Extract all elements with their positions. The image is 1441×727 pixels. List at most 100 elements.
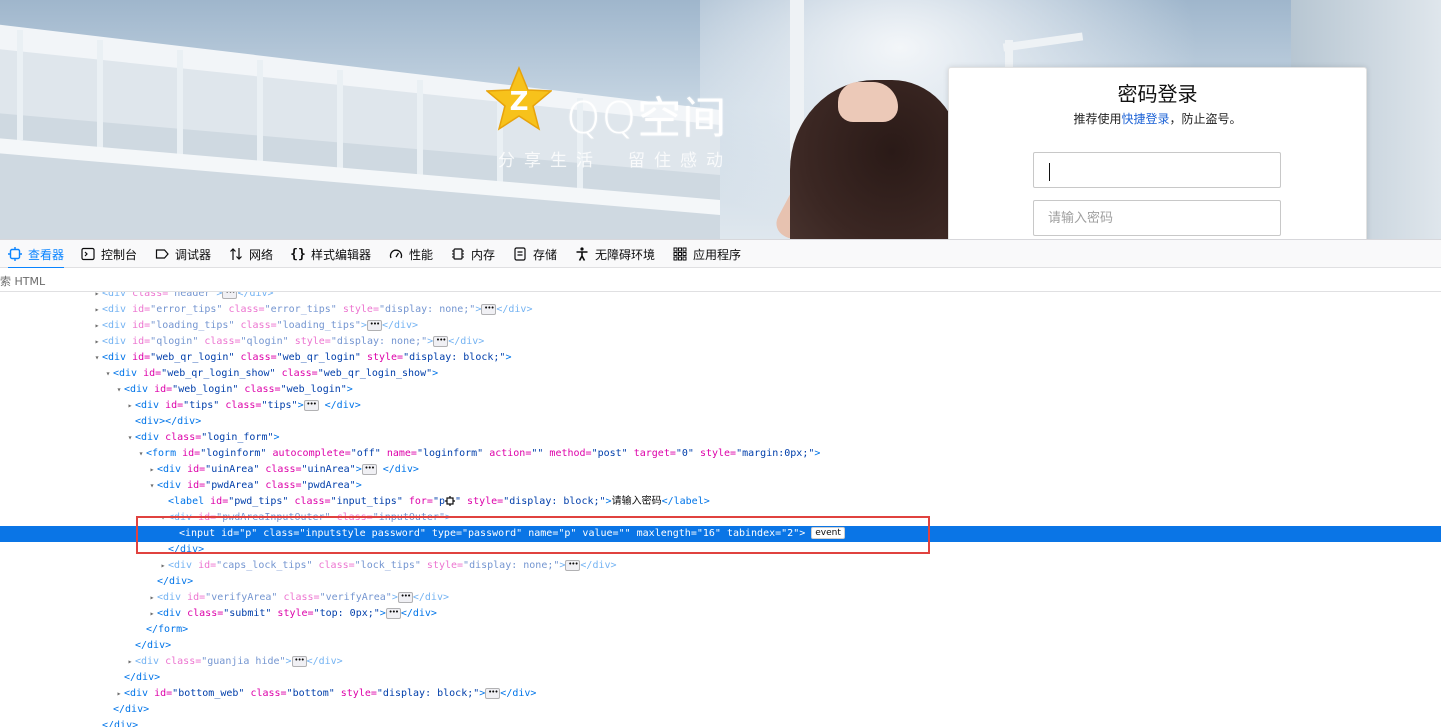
html-tag-token: <div bbox=[157, 592, 188, 603]
attr-name-token: class= bbox=[187, 608, 224, 619]
html-tag-token: <div></div> bbox=[135, 416, 202, 427]
expand-twisty-icon[interactable]: ▸ bbox=[92, 334, 102, 350]
tab-console[interactable]: 控制台 bbox=[81, 240, 137, 268]
markup-node-row[interactable]: </div> bbox=[0, 574, 1441, 590]
attr-value-token: "0" bbox=[675, 448, 694, 459]
tab-performance[interactable]: 性能 bbox=[389, 240, 433, 268]
markup-node-row[interactable]: </div> bbox=[0, 718, 1441, 727]
collapsed-content-icon[interactable]: ••• bbox=[565, 559, 581, 571]
html-tag-token: <div bbox=[124, 688, 155, 699]
markup-node-row[interactable]: </div> bbox=[0, 670, 1441, 686]
attr-value-token: "top: 0px;" bbox=[313, 608, 380, 619]
collapsed-content-icon[interactable]: ••• bbox=[222, 292, 238, 299]
markup-node-row[interactable]: ▾ <div id="web_qr_login" class="web_qr_lo… bbox=[0, 350, 1441, 366]
markup-node-row[interactable]: ▸ <div class="guanjia hide"> ••• </div> bbox=[0, 654, 1441, 670]
memory-icon bbox=[451, 247, 465, 261]
login-subtitle: 推荐使用快捷登录，防止盗号。 bbox=[949, 110, 1366, 127]
markup-node-row[interactable]: ▸ <div id="error_tips" class="error_tips"… bbox=[0, 302, 1441, 318]
markup-node-row[interactable]: </form> bbox=[0, 622, 1441, 638]
attr-value-token: "bottom_web" bbox=[172, 688, 245, 699]
attr-value-token: "web_qr_login" bbox=[276, 352, 361, 363]
expand-twisty-icon[interactable]: ▸ bbox=[114, 686, 124, 702]
tab-style-editor[interactable]: {} 样式编辑器 bbox=[290, 240, 371, 268]
html-tag-token: </div> bbox=[381, 320, 419, 331]
markup-node-row[interactable]: ▾ <div id="pwdArea" class="pwdArea"> bbox=[0, 478, 1441, 494]
collapsed-content-icon[interactable]: ••• bbox=[366, 319, 382, 331]
tab-application[interactable]: 应用程序 bbox=[673, 240, 741, 268]
collapse-twisty-icon[interactable]: ▾ bbox=[125, 430, 135, 446]
markup-node-row[interactable]: </div> bbox=[0, 702, 1441, 718]
collapsed-content-icon[interactable]: ••• bbox=[385, 607, 401, 619]
password-field[interactable] bbox=[1033, 200, 1281, 236]
markup-node-row[interactable]: ▾ <form id="loginform" autocomplete="off"… bbox=[0, 446, 1441, 462]
markup-node-row[interactable]: ▸ <div id="verifyArea" class="verifyArea"… bbox=[0, 590, 1441, 606]
collapse-twisty-icon[interactable]: ▾ bbox=[114, 382, 124, 398]
expand-twisty-icon[interactable]: ▸ bbox=[158, 558, 168, 574]
search-html-input[interactable]: 索 HTML bbox=[0, 273, 45, 289]
tab-debugger[interactable]: 调试器 bbox=[155, 240, 211, 268]
expand-twisty-icon[interactable]: ▸ bbox=[147, 606, 157, 622]
tab-accessibility[interactable]: 无障碍环境 bbox=[575, 240, 655, 268]
password-input[interactable] bbox=[1048, 201, 1268, 235]
attr-name-token: target= bbox=[627, 448, 676, 459]
login-title: 密码登录 bbox=[1117, 82, 1198, 106]
markup-node-row[interactable]: ▸ <div id="qlogin" class="qlogin" style="… bbox=[0, 334, 1441, 350]
markup-node-row[interactable]: ▾ <div id="web_login" class="web_login"> bbox=[0, 382, 1441, 398]
collapsed-content-icon[interactable]: ••• bbox=[291, 655, 307, 667]
collapsed-content-icon[interactable]: ••• bbox=[481, 303, 497, 315]
expand-twisty-icon[interactable]: ▸ bbox=[92, 302, 102, 318]
markup-node-row[interactable]: ▸ <div id="uinArea" class="uinArea"> ••• <… bbox=[0, 462, 1441, 478]
markup-node-row[interactable]: </div> bbox=[0, 638, 1441, 654]
html-tag-token: </div> bbox=[500, 688, 537, 699]
expand-twisty-icon[interactable]: ▸ bbox=[147, 462, 157, 478]
expand-twisty-icon[interactable]: ▸ bbox=[125, 654, 135, 670]
tab-label: 网络 bbox=[249, 247, 274, 262]
collapsed-content-icon[interactable]: ••• bbox=[303, 399, 319, 411]
collapse-twisty-icon[interactable]: ▾ bbox=[147, 478, 157, 494]
attr-name-token: class= bbox=[222, 304, 265, 315]
username-input[interactable] bbox=[1048, 153, 1268, 187]
attr-value-token: "error_tips" bbox=[264, 304, 337, 315]
tab-inspector[interactable]: 查看器 bbox=[8, 240, 65, 269]
attr-value-token: "pwdArea" bbox=[301, 480, 356, 491]
attr-name-token: class= bbox=[165, 432, 202, 443]
attr-name-token: id= bbox=[187, 480, 206, 491]
collapsed-content-icon[interactable]: ••• bbox=[485, 687, 501, 699]
expand-twisty-icon[interactable]: ▸ bbox=[92, 292, 102, 302]
attr-value-token: "" bbox=[531, 448, 544, 459]
html-tag-token: > bbox=[273, 432, 280, 443]
collapse-twisty-icon[interactable]: ▾ bbox=[92, 350, 102, 366]
tab-label: 存储 bbox=[533, 247, 558, 262]
markup-node-row[interactable]: <div></div> bbox=[0, 414, 1441, 430]
quick-login-link[interactable]: 快捷登录 bbox=[1121, 112, 1169, 126]
attr-name-token: class= bbox=[288, 496, 331, 507]
markup-node-row[interactable]: ▸ <div id="caps_lock_tips" class="lock_ti… bbox=[0, 558, 1441, 574]
markup-node-row[interactable]: ▸ <div id="loading_tips" class="loading_t… bbox=[0, 318, 1441, 334]
attr-name-token: class= bbox=[165, 656, 202, 667]
collapsed-content-icon[interactable]: ••• bbox=[361, 463, 377, 475]
attr-value-token: "bottom" bbox=[286, 688, 335, 699]
collapsed-content-icon[interactable]: ••• bbox=[433, 335, 449, 347]
tab-memory[interactable]: 内存 bbox=[451, 240, 495, 268]
collapse-twisty-icon[interactable]: ▾ bbox=[136, 446, 146, 462]
attr-value-token: "uinArea" bbox=[301, 464, 356, 475]
markup-node-row[interactable]: ▸ <div id="tips" class="tips"> ••• </div> bbox=[0, 398, 1441, 414]
username-field[interactable] bbox=[1033, 152, 1281, 188]
markup-node-row[interactable]: ▸<div class="header">•••</div> bbox=[0, 292, 1441, 302]
tab-storage[interactable]: 存储 bbox=[513, 240, 557, 268]
markup-node-row[interactable]: ▾ <div class="login_form"> bbox=[0, 430, 1441, 446]
markup-node-row[interactable]: <label id="pwd_tips" class="input_tips" … bbox=[0, 494, 1441, 510]
markup-node-row[interactable]: ▸ <div class="submit" style="top: 0px;"> •… bbox=[0, 606, 1441, 622]
expand-twisty-icon[interactable]: ▸ bbox=[147, 590, 157, 606]
collapse-twisty-icon[interactable]: ▾ bbox=[103, 366, 113, 382]
expand-twisty-icon[interactable]: ▸ bbox=[92, 318, 102, 334]
markup-node-row[interactable]: ▾ <div id="web_qr_login_show" class="web_… bbox=[0, 366, 1441, 382]
expand-twisty-icon[interactable]: ▸ bbox=[125, 398, 135, 414]
html-search-bar[interactable]: 索 HTML bbox=[0, 268, 1441, 292]
collapsed-content-icon[interactable]: ••• bbox=[397, 591, 413, 603]
markup-node-row[interactable]: ▸ <div id="bottom_web" class="bottom" sty… bbox=[0, 686, 1441, 702]
tab-network[interactable]: 网络 bbox=[229, 240, 273, 268]
attr-value-token: "guanjia hide" bbox=[201, 656, 286, 667]
html-tag-token: </div> bbox=[496, 304, 533, 315]
